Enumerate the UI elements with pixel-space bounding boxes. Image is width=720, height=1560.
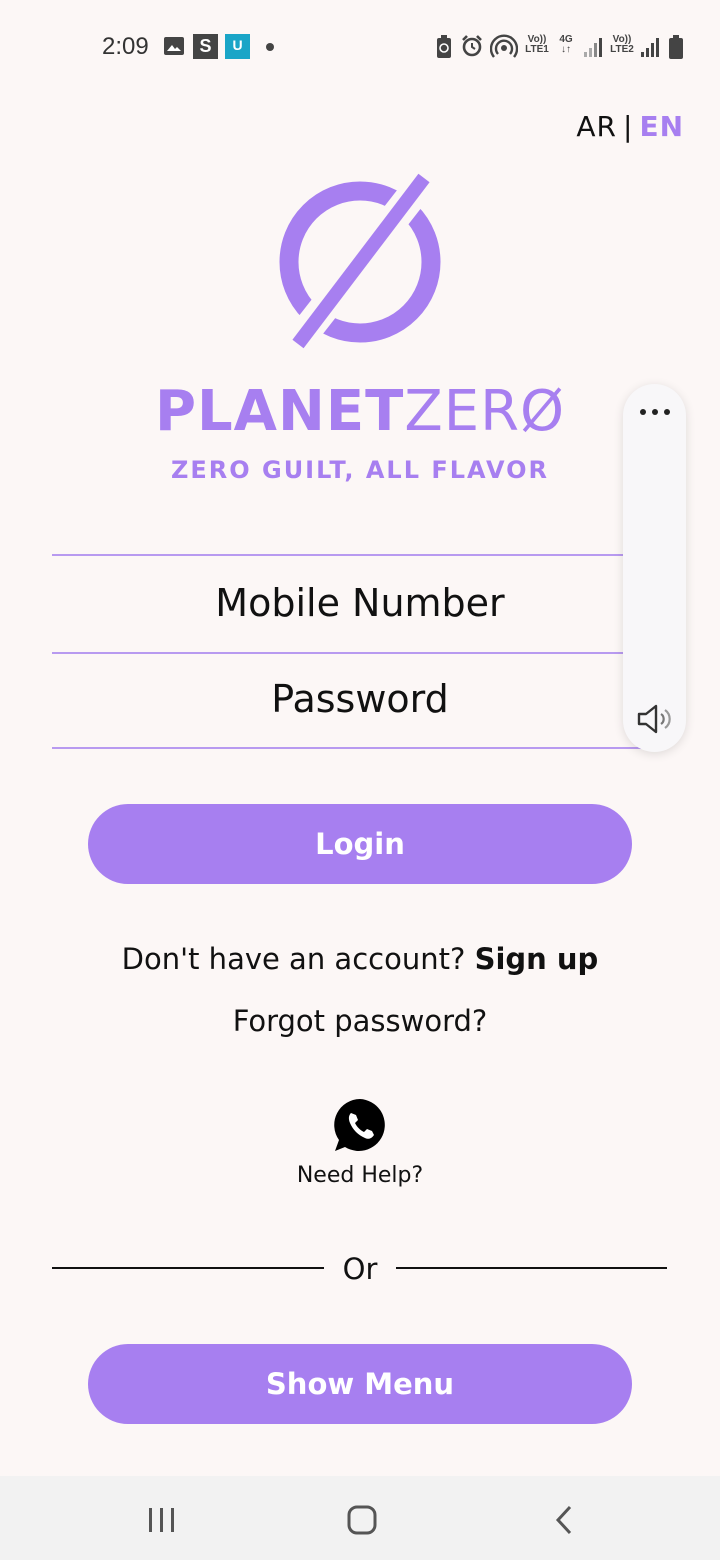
divider-line — [52, 1267, 324, 1269]
signal-icon — [584, 38, 602, 57]
brand-tagline: ZERO GUILT, ALL FLAVOR — [170, 456, 550, 484]
recents-icon[interactable] — [142, 1500, 182, 1540]
brand-name-bold: PLANET — [154, 379, 405, 444]
alarm-icon — [462, 35, 482, 57]
brand-name: PLANETZERØ — [0, 382, 720, 442]
status-time: 2:09 — [102, 33, 149, 60]
password-input[interactable]: Password — [52, 652, 668, 746]
no-account-text: Don't have an account? — [121, 942, 466, 976]
planet-zero-logo-icon — [279, 172, 441, 352]
brand-name-light: ZERØ — [404, 379, 566, 444]
dot-icon — [266, 43, 274, 51]
volume-icon[interactable] — [636, 702, 674, 736]
language-ar[interactable]: AR — [576, 110, 617, 143]
show-menu-button[interactable]: Show Menu — [88, 1344, 632, 1424]
language-separator: | — [623, 110, 634, 143]
s-app-icon: S — [193, 34, 218, 59]
signup-prompt: Don't have an account? Sign up — [0, 942, 720, 976]
battery-icon — [669, 35, 683, 59]
status-bar: 2:09 S U Vo)) LTE1 4G ↓↑ Vo)) LTE2 — [0, 0, 720, 90]
back-icon[interactable] — [544, 1500, 584, 1540]
navigation-bar — [0, 1476, 720, 1560]
signal-icon — [641, 38, 659, 57]
field-divider — [52, 747, 668, 749]
language-switch: AR | EN — [576, 110, 684, 143]
home-icon[interactable] — [342, 1500, 382, 1540]
battery-saver-icon — [437, 35, 451, 58]
floating-volume-panel — [623, 384, 686, 752]
u-app-icon: U — [225, 34, 250, 59]
divider-line — [396, 1267, 667, 1269]
need-help-link[interactable]: Need Help? — [0, 1163, 720, 1188]
more-icon[interactable] — [639, 408, 671, 416]
or-label: Or — [342, 1252, 378, 1286]
language-en[interactable]: EN — [639, 110, 684, 143]
mobile-number-input[interactable]: Mobile Number — [52, 556, 668, 650]
sign-up-link[interactable]: Sign up — [475, 942, 599, 976]
login-button[interactable]: Login — [88, 804, 632, 884]
hotspot-icon — [490, 34, 518, 58]
lte2-label: LTE2 — [610, 44, 634, 55]
forgot-password-link[interactable]: Forgot password? — [0, 1004, 720, 1038]
image-icon — [164, 37, 184, 55]
lte1-label: LTE1 — [525, 44, 549, 55]
whatsapp-icon[interactable] — [332, 1097, 388, 1153]
